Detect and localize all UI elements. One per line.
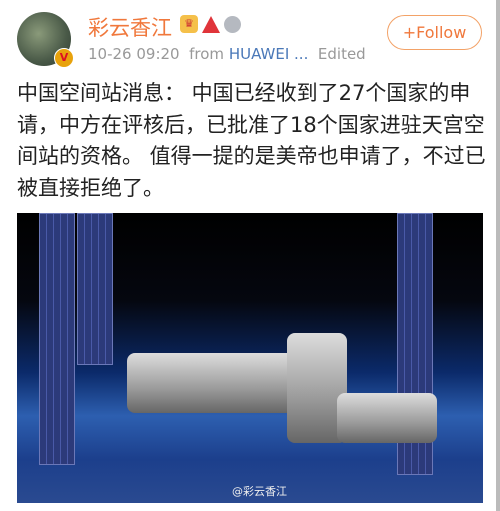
- station-module: [337, 393, 437, 443]
- image-watermark: @彩云香江: [232, 485, 287, 498]
- source-link[interactable]: HUAWEI ...: [229, 45, 309, 63]
- post-meta: 10-26 09:20 from HUAWEI ... Edited: [88, 45, 366, 63]
- solar-panel: [39, 213, 75, 465]
- post-image[interactable]: @彩云香江: [17, 213, 483, 503]
- red-a-badge-icon[interactable]: [202, 15, 220, 33]
- follow-button[interactable]: +Follow: [387, 15, 482, 50]
- scrollbar[interactable]: [496, 0, 500, 511]
- timestamp: 10-26 09:20: [88, 45, 180, 63]
- station-module: [127, 353, 297, 413]
- verified-badge-icon: V: [54, 48, 74, 68]
- post-text: 中国空间站消息： 中国已经收到了27个国家的申请，中方在评核后，已批准了18个国…: [17, 81, 486, 200]
- crown-badge-icon[interactable]: ♛: [180, 15, 198, 33]
- author-badges: ♛: [180, 15, 241, 33]
- author-name[interactable]: 彩云香江: [88, 12, 172, 42]
- silver-medal-icon[interactable]: [224, 15, 241, 33]
- solar-panel: [77, 213, 113, 365]
- from-label: from: [189, 45, 225, 63]
- edited-label[interactable]: Edited: [318, 45, 366, 63]
